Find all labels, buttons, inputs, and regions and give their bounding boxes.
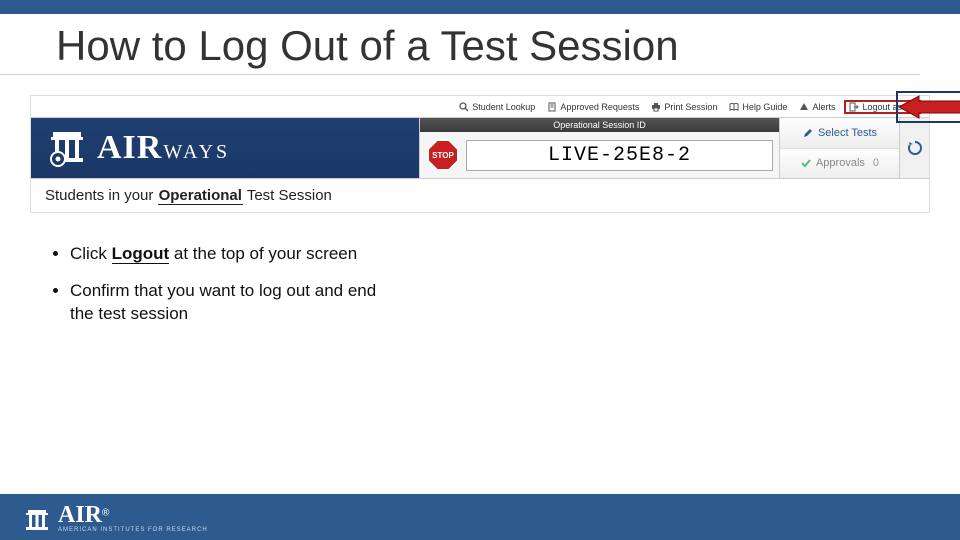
- footer-subtitle: AMERICAN INSTITUTES FOR RESEARCH: [58, 527, 208, 533]
- bullet-text: Click: [70, 244, 112, 263]
- pencil-icon: [802, 127, 814, 139]
- check-icon: [800, 157, 812, 169]
- search-icon: [459, 102, 469, 112]
- banner-row: AIR WAYS Operational Session ID STOP LIV…: [31, 118, 929, 178]
- help-guide-button[interactable]: Help Guide: [726, 101, 790, 113]
- approvals-label: Approvals: [816, 157, 865, 169]
- bullet-text: Confirm that you want to log out and end…: [70, 281, 376, 323]
- stop-icon: STOP: [426, 138, 460, 172]
- book-icon: [729, 102, 739, 112]
- brand-bar: AIR WAYS: [31, 118, 419, 178]
- list-item: Click Logout at the top of your screen: [70, 243, 390, 266]
- approvals-button[interactable]: Approvals 0: [780, 149, 899, 179]
- toolbar-label: Help Guide: [742, 102, 787, 112]
- brand-column-icon: [47, 128, 87, 168]
- instruction-list: Click Logout at the top of your screen C…: [70, 243, 390, 326]
- stop-button[interactable]: STOP: [426, 138, 460, 172]
- students-heading: Students in your Operational Test Sessio…: [31, 178, 929, 212]
- bullet-text: at the top of your screen: [169, 244, 357, 263]
- session-id: LIVE-25E8-2: [466, 140, 773, 171]
- logout-icon: [849, 102, 859, 112]
- document-icon: [547, 102, 557, 112]
- students-post: Test Session: [243, 187, 332, 204]
- brand-air: AIR: [97, 129, 162, 167]
- refresh-icon: [906, 139, 924, 157]
- bullet-emphasis: Logout: [112, 244, 170, 264]
- callout-arrow: [895, 90, 960, 129]
- approved-requests-button[interactable]: Approved Requests: [544, 101, 642, 113]
- footer-logo: AIR® AMERICAN INSTITUTES FOR RESEARCH: [24, 502, 208, 533]
- approvals-count: 0: [873, 157, 879, 169]
- select-tests-button[interactable]: Select Tests: [780, 118, 899, 149]
- red-arrow-icon: [895, 90, 960, 124]
- side-actions: Select Tests Approvals 0: [779, 118, 899, 178]
- print-session-button[interactable]: Print Session: [648, 101, 720, 113]
- slide-footer: AIR® AMERICAN INSTITUTES FOR RESEARCH: [0, 494, 960, 540]
- registered-mark: ®: [102, 507, 109, 518]
- toolbar-label: Approved Requests: [560, 102, 639, 112]
- footer-column-icon: [24, 507, 50, 533]
- brand-ways: WAYS: [163, 141, 230, 164]
- session-header: Operational Session ID: [420, 118, 779, 132]
- students-operational: Operational: [158, 187, 243, 205]
- alert-icon: [799, 102, 809, 112]
- session-panel: Operational Session ID STOP LIVE-25E8-2: [419, 118, 779, 178]
- footer-air: AIR: [58, 502, 102, 528]
- list-item: Confirm that you want to log out and end…: [70, 280, 390, 326]
- select-tests-label: Select Tests: [818, 127, 877, 139]
- toolbar-label: Alerts: [812, 102, 835, 112]
- printer-icon: [651, 102, 661, 112]
- brand-text: AIR WAYS: [97, 129, 230, 167]
- slide-title: How to Log Out of a Test Session: [0, 14, 920, 75]
- alerts-button[interactable]: Alerts: [796, 101, 838, 113]
- app-toolbar: Student Lookup Approved Requests Print S…: [31, 96, 929, 118]
- student-lookup-button[interactable]: Student Lookup: [456, 101, 538, 113]
- slide-top-bar: [0, 0, 960, 14]
- students-pre: Students in your: [45, 187, 158, 204]
- toolbar-label: Print Session: [664, 102, 717, 112]
- app-screenshot: Student Lookup Approved Requests Print S…: [30, 95, 930, 213]
- svg-text:STOP: STOP: [432, 151, 454, 160]
- toolbar-label: Student Lookup: [472, 102, 535, 112]
